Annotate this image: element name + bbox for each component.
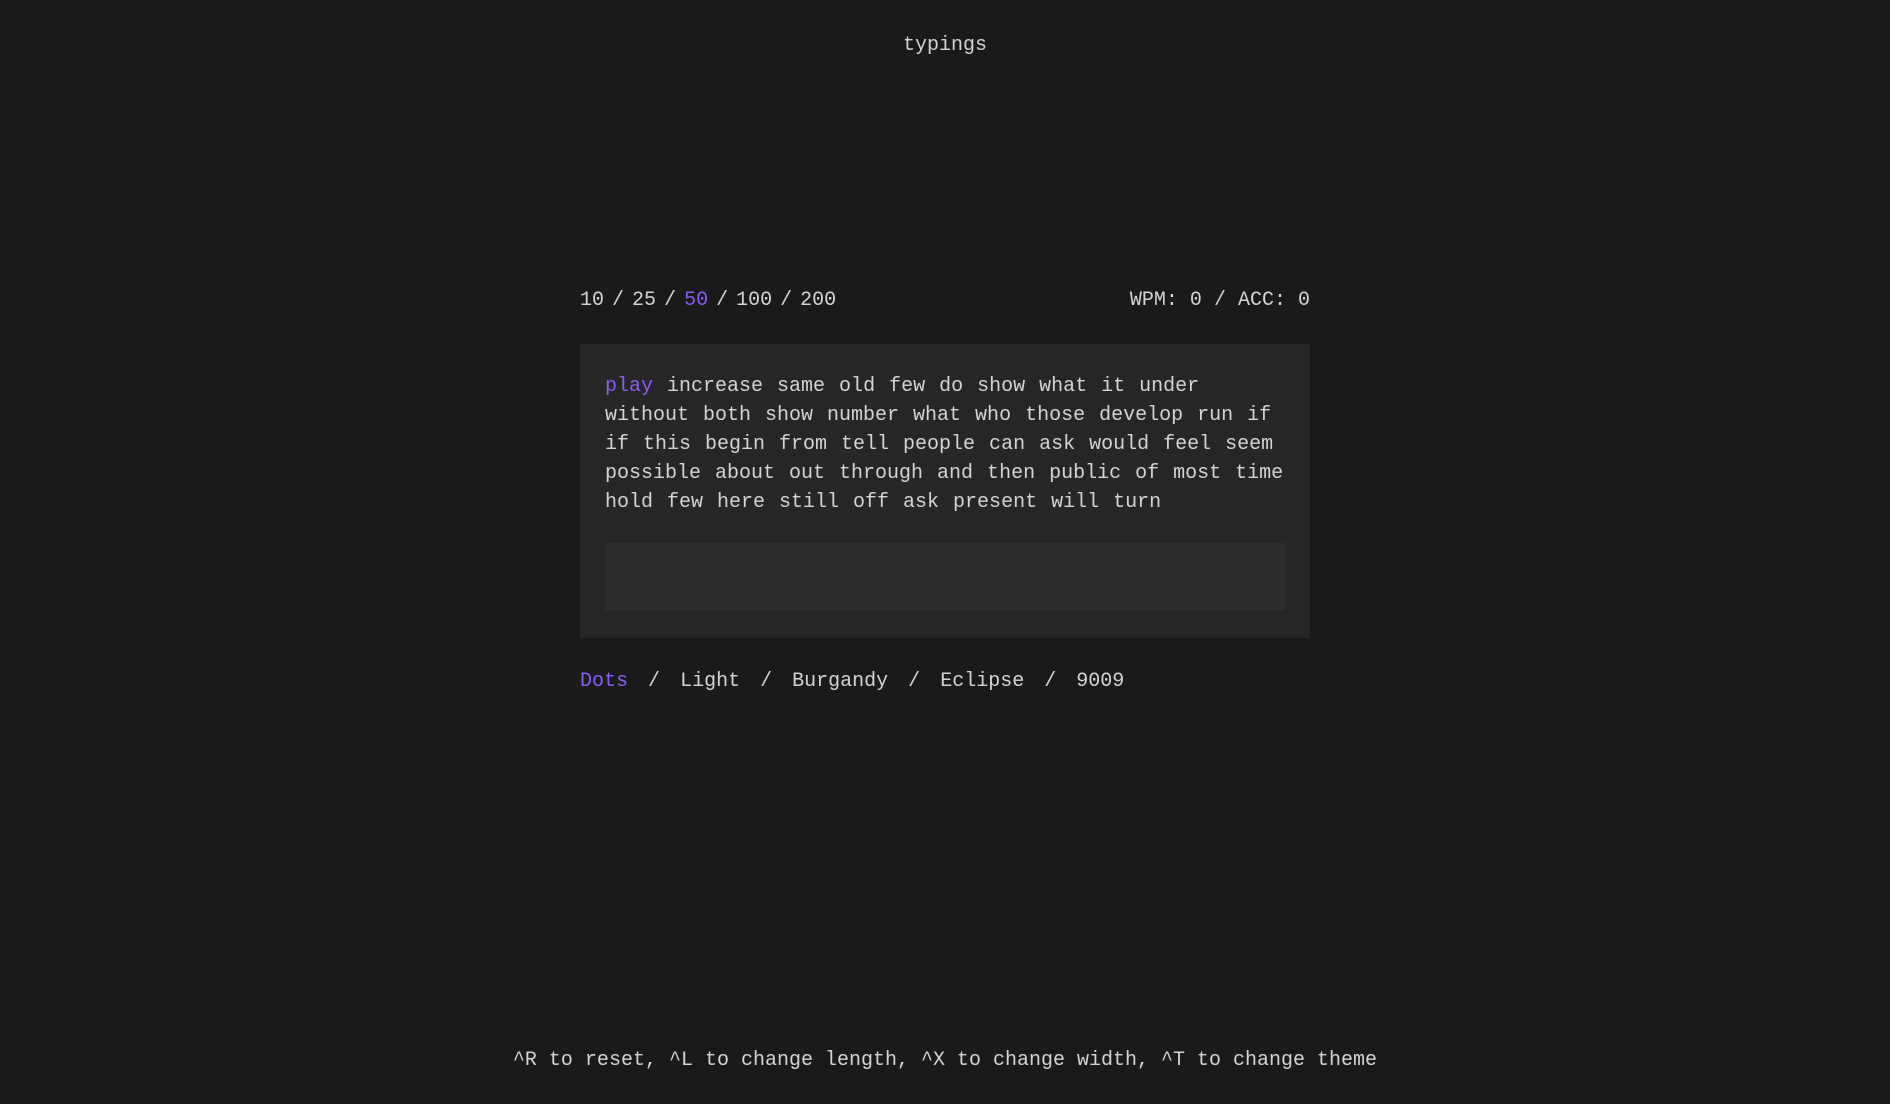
separator: / xyxy=(1214,289,1226,312)
current-word: play xyxy=(605,375,653,398)
wpm-label: WPM: xyxy=(1130,289,1190,312)
separator: / xyxy=(716,289,728,312)
acc-value: 0 xyxy=(1298,289,1310,312)
typing-input[interactable] xyxy=(605,543,1285,610)
theme-options: Dots / Light / Burgandy / Eclipse / 9009 xyxy=(580,670,1310,693)
length-option-100[interactable]: 100 xyxy=(736,289,772,312)
separator: / xyxy=(648,670,660,693)
length-option-200[interactable]: 200 xyxy=(800,289,836,312)
separator xyxy=(1226,289,1238,312)
theme-option-eclipse[interactable]: Eclipse xyxy=(940,670,1024,693)
main-container: 10 / 25 / 50 / 100 / 200 WPM: 0 / ACC: 0… xyxy=(580,289,1310,693)
length-option-25[interactable]: 25 xyxy=(632,289,656,312)
theme-option-9009[interactable]: 9009 xyxy=(1076,670,1124,693)
acc-label: ACC: xyxy=(1238,289,1298,312)
length-option-10[interactable]: 10 xyxy=(580,289,604,312)
footer-hints: ^R to reset, ^L to change length, ^X to … xyxy=(0,1049,1890,1072)
top-bar: 10 / 25 / 50 / 100 / 200 WPM: 0 / ACC: 0 xyxy=(580,289,1310,312)
length-option-50[interactable]: 50 xyxy=(684,289,708,312)
separator: / xyxy=(664,289,676,312)
separator: / xyxy=(908,670,920,693)
app-title: typings xyxy=(903,0,987,57)
theme-option-dots[interactable]: Dots xyxy=(580,670,628,693)
theme-option-burgandy[interactable]: Burgandy xyxy=(792,670,888,693)
wpm-value: 0 xyxy=(1190,289,1202,312)
separator: / xyxy=(760,670,772,693)
text-panel: play increase same old few do show what … xyxy=(580,344,1310,638)
length-options: 10 / 25 / 50 / 100 / 200 xyxy=(580,289,836,312)
theme-option-light[interactable]: Light xyxy=(680,670,740,693)
separator: / xyxy=(612,289,624,312)
remaining-text: increase same old few do show what it un… xyxy=(605,375,1283,514)
separator: / xyxy=(1044,670,1056,693)
separator: / xyxy=(780,289,792,312)
text-display: play increase same old few do show what … xyxy=(605,372,1285,517)
stats-display: WPM: 0 / ACC: 0 xyxy=(1130,289,1310,312)
